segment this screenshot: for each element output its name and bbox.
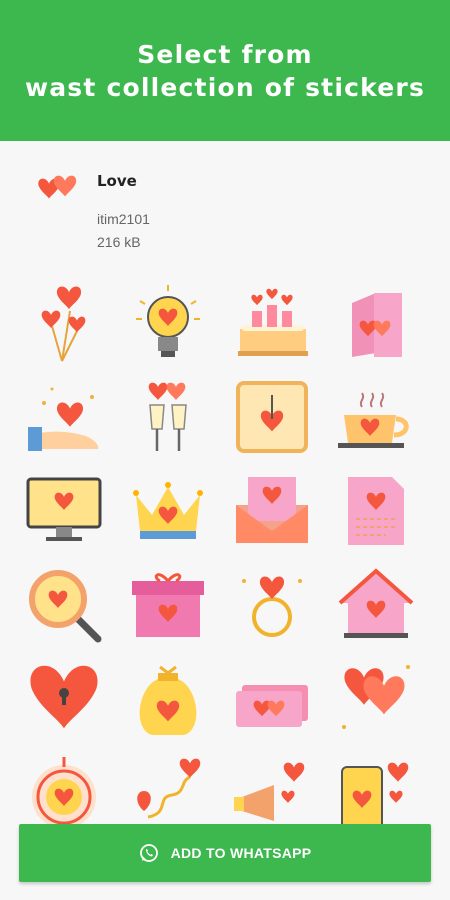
love-document-icon[interactable] xyxy=(334,469,418,553)
crown-heart-icon[interactable] xyxy=(126,469,210,553)
banner-title-line-1: Select from xyxy=(137,39,313,69)
heart-clock-icon[interactable] xyxy=(230,375,314,459)
love-letter-envelope-icon[interactable] xyxy=(230,469,314,553)
hearts-icon xyxy=(38,175,77,199)
champagne-toast-icon[interactable] xyxy=(126,375,210,459)
hand-heart-icon[interactable] xyxy=(22,375,106,459)
heart-lock-icon[interactable] xyxy=(22,657,106,741)
pack-size: 216 kB xyxy=(97,234,141,250)
heart-balloons-icon[interactable] xyxy=(22,281,106,365)
pack-author: itim2101 xyxy=(97,211,150,227)
birthday-cake-icon[interactable] xyxy=(230,281,314,365)
add-to-whatsapp-label: ADD TO WHATSAPP xyxy=(170,845,312,861)
banner-title-line-2: wast collection of stickers xyxy=(24,72,426,102)
pack-title: Love xyxy=(97,172,137,190)
birdhouse-heart-icon[interactable] xyxy=(334,563,418,647)
love-tickets-icon[interactable] xyxy=(230,657,314,741)
sticker-pack-panel: Love itim2101 216 kB xyxy=(0,141,450,900)
love-card-icon[interactable] xyxy=(334,281,418,365)
coffee-cup-heart-icon[interactable] xyxy=(334,375,418,459)
whatsapp-icon xyxy=(139,844,158,862)
phone-heart-icon[interactable] xyxy=(334,751,418,835)
promo-banner: Select from wast collection of stickers xyxy=(0,0,450,141)
megaphone-hearts-icon[interactable] xyxy=(230,751,314,835)
monitor-heart-icon[interactable] xyxy=(22,469,106,553)
money-bag-heart-icon[interactable] xyxy=(126,657,210,741)
heart-ring-icon[interactable] xyxy=(230,563,314,647)
heart-target-icon[interactable] xyxy=(22,751,106,835)
location-pin-heart-icon[interactable] xyxy=(126,751,210,835)
two-hearts-icon[interactable] xyxy=(334,657,418,741)
gift-box-heart-icon[interactable] xyxy=(126,563,210,647)
add-to-whatsapp-button[interactable]: ADD TO WHATSAPP xyxy=(19,824,431,882)
magnifier-heart-icon[interactable] xyxy=(22,563,106,647)
heart-lightbulb-icon[interactable] xyxy=(126,281,210,365)
